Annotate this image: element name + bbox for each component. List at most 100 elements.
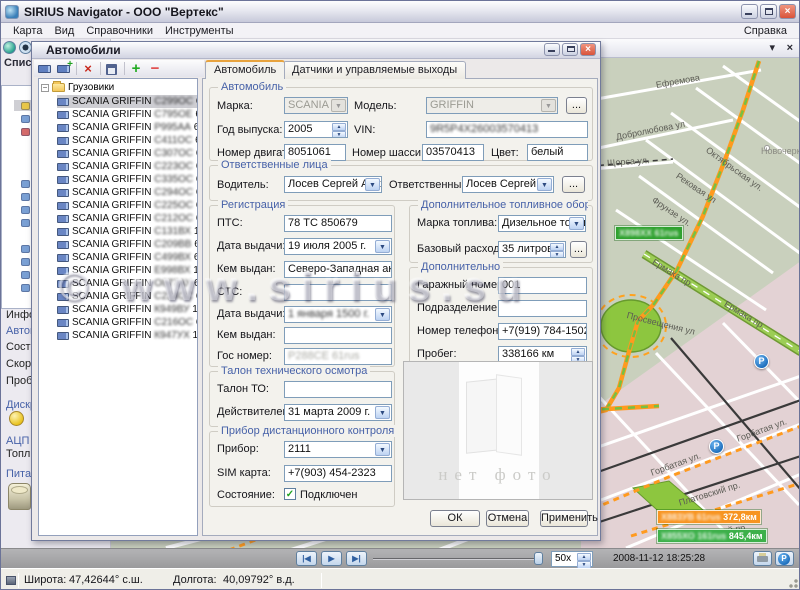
dropdown-icon[interactable]: ▼ [331, 99, 346, 112]
close-button[interactable]: × [779, 4, 796, 19]
pts-field[interactable]: 78 ТС 850679 [284, 215, 392, 232]
tree-item-vehicle[interactable]: SCANIA GRIFFIN С224ОС 61rus [57, 290, 198, 303]
tree-item-vehicle[interactable]: SCANIA GRIFFIN С411ОС 61rus [57, 134, 198, 147]
valid-until-picker[interactable]: 31 марта 2009 г.▼ [284, 404, 392, 421]
tree-item-vehicle[interactable]: SCANIA GRIFFIN С131ВХ 161rus [57, 225, 198, 238]
responsible-combobox[interactable]: Лосев Сергей Анатоль▼ [462, 176, 554, 193]
parking-icon[interactable]: P [754, 354, 769, 369]
consumption-browse-button[interactable]: ... [570, 241, 587, 258]
division-field[interactable] [498, 300, 587, 317]
issue-date-picker[interactable]: 19 июля 2005 г.▼ [284, 238, 392, 255]
skip-forward-button[interactable]: ▶| [346, 551, 367, 566]
dropdown-icon[interactable]: ▼ [569, 217, 584, 230]
color-field[interactable]: белый [527, 144, 588, 161]
minimize-button[interactable] [741, 4, 758, 19]
tree-item-vehicle[interactable]: SCANIA GRIFFIN Е998ВХ 161rus [57, 264, 198, 277]
tree-item-vehicle[interactable]: SCANIA GRIFFIN С294ОС 61rus [57, 186, 198, 199]
gos-number-field[interactable]: Р288СЕ 61rus [284, 348, 392, 365]
play-button[interactable]: ▶ [321, 551, 342, 566]
dropdown-icon[interactable]: ▼ [365, 178, 380, 191]
tree-item-vehicle[interactable]: SCANIA GRIFFIN С225ОС 61rus [57, 199, 198, 212]
dropdown-icon[interactable]: ▼ [537, 178, 552, 191]
tree-item-vehicle[interactable]: SCANIA GRIFFIN К947УХ 161rus [57, 329, 198, 342]
menu-item-0[interactable]: Карта [13, 25, 42, 37]
dialog-maximize-button[interactable] [562, 43, 578, 56]
tree-item-vehicle[interactable]: SCANIA GRIFFIN С499ВХ 61rus [57, 251, 198, 264]
map-vehicle-label[interactable]: Х898ХХ 61rus [615, 226, 683, 240]
save-icon[interactable] [104, 62, 120, 76]
add-icon[interactable]: + [128, 62, 144, 76]
fuel-type-combobox[interactable]: Дизельное топливо▼ [498, 215, 586, 232]
delete-icon[interactable]: × [80, 62, 96, 76]
issue-date2-picker[interactable]: 1 января 1500 г.▼ [284, 306, 392, 323]
consumption-spinner[interactable]: 35 литров▲▼ [498, 241, 566, 258]
garage-field[interactable]: 001 [498, 277, 587, 294]
sts-field[interactable] [284, 284, 392, 301]
tab-sensors[interactable]: Датчики и управляемые выходы [283, 61, 466, 79]
tree-item-vehicle[interactable]: SCANIA GRIFFIN Р995АА 61rus [57, 121, 198, 134]
tree-item-vehicle[interactable]: SCANIA GRIFFIN О877АУ 61rus [57, 277, 198, 290]
parking-icon[interactable]: P [709, 439, 724, 454]
issued-by2-field[interactable] [284, 327, 392, 344]
spinner-icons[interactable]: ▲▼ [571, 348, 585, 361]
tab-vehicle[interactable]: Автомобиль [205, 60, 285, 79]
menu-item-1[interactable]: Вид [54, 25, 74, 37]
menu-item-2[interactable]: Справочники [86, 25, 153, 37]
device-combobox[interactable]: 2111▼ [284, 441, 392, 458]
dropdown-icon[interactable]: ▼ [375, 308, 390, 321]
apply-button[interactable]: Применить [540, 510, 588, 527]
parking-toggle-button[interactable]: P [775, 551, 794, 566]
driver-combobox[interactable]: Лосев Сергей Анатоль▼ [284, 176, 382, 193]
map-collapse-icon[interactable]: ▾ [769, 42, 775, 54]
playback-slider-track[interactable] [373, 558, 541, 560]
tree-item-vehicle[interactable]: SCANIA GRIFFIN С223ОС 61rus [57, 160, 198, 173]
ticket-field[interactable] [284, 381, 392, 398]
tree-item-vehicle[interactable]: SCANIA GRIFFIN С212ОС 61rus [57, 212, 198, 225]
dialog-close-button[interactable]: × [580, 43, 596, 56]
vehicle-tree[interactable]: − Грузовики SCANIA GRIFFIN С299ОС 61rusS… [38, 78, 198, 536]
device-label: Прибор: [217, 443, 259, 455]
tree-item-vehicle[interactable]: SCANIA GRIFFIN С209ВВ 61rus [57, 238, 198, 251]
map-vehicle-label[interactable]: Х855ХО 161rus 845,4км [657, 529, 767, 543]
phone-field[interactable]: +7(919) 784-1502 [498, 323, 587, 340]
tree-item-vehicle[interactable]: SCANIA GRIFFIN С216ОС 61rus [57, 316, 198, 329]
cancel-button[interactable]: Отмена [486, 510, 529, 527]
menu-help[interactable]: Справка [744, 25, 787, 37]
dropdown-icon[interactable]: ▼ [375, 240, 390, 253]
vin-field[interactable]: 9R5P4X26003570413 [426, 121, 588, 138]
tree-item-vehicle[interactable]: SCANIA GRIFFIN С335ОС 61rus [57, 173, 198, 186]
chassis-field[interactable]: 03570413 [422, 144, 484, 161]
restore-button[interactable] [760, 4, 777, 19]
add-vehicle-icon[interactable] [56, 62, 72, 76]
model-browse-button[interactable]: ... [566, 97, 587, 114]
tree-item-vehicle[interactable]: SCANIA GRIFFIN С307ОС 61rus [57, 147, 198, 160]
dropdown-icon[interactable]: ▼ [541, 99, 556, 112]
dropdown-icon[interactable]: ▼ [375, 406, 390, 419]
spinner-icons[interactable]: ▲▼ [332, 123, 346, 136]
remove-icon[interactable]: − [147, 62, 163, 76]
map-vehicle-label[interactable]: Х883УВ 61rus 372,8км [657, 510, 761, 524]
vehicle-list-icon[interactable] [37, 62, 53, 76]
persons-browse-button[interactable]: ... [562, 176, 585, 193]
tree-item-vehicle[interactable]: SCANIA GRIFFIN К949ВУ 161rus [57, 303, 198, 316]
speed-spinner[interactable]: 50x▲▼ [551, 551, 593, 567]
issued-by-field[interactable]: Северо-Западная акцизная т [284, 261, 392, 278]
spinner-icons[interactable]: ▲▼ [577, 553, 591, 565]
year-spinner[interactable]: 2005▲▼ [284, 121, 348, 138]
menu-item-3[interactable]: Инструменты [165, 25, 234, 37]
brand-combobox[interactable]: SCANIA▼ [284, 97, 348, 114]
ok-button[interactable]: ОК [430, 510, 480, 527]
model-combobox[interactable]: GRIFFIN▼ [426, 97, 558, 114]
map-close-icon[interactable]: × [787, 42, 793, 54]
connected-checkbox[interactable]: ✓ [284, 488, 296, 500]
tree-item-vehicle[interactable]: SCANIA GRIFFIN С299ОС 61rus [57, 95, 198, 108]
tree-item-vehicle[interactable]: SCANIA GRIFFIN С795ОЕ 61rus [57, 108, 198, 121]
print-button[interactable] [753, 551, 772, 566]
dialog-minimize-button[interactable] [544, 43, 560, 56]
playback-slider-thumb[interactable] [534, 552, 543, 565]
skip-back-button[interactable]: |◀ [296, 551, 317, 566]
sim-field[interactable]: +7(903) 454-2323 [284, 465, 392, 482]
spinner-icons[interactable]: ▲▼ [550, 243, 564, 256]
resize-grip[interactable] [787, 577, 799, 589]
dropdown-icon[interactable]: ▼ [375, 443, 390, 456]
